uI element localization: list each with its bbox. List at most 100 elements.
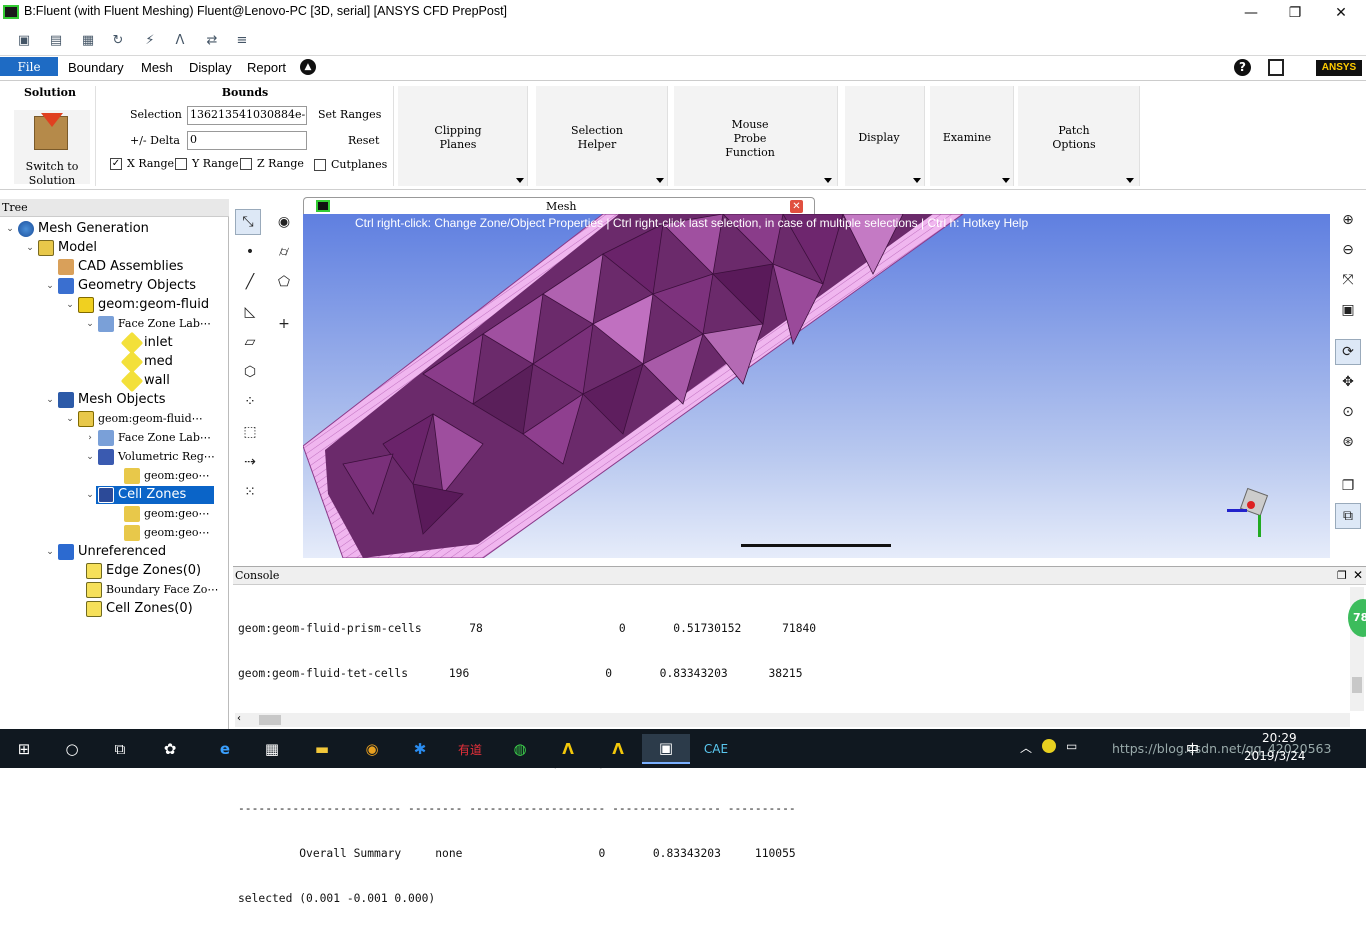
tree-item-mesh-objects[interactable]: ⌄ Mesh Objects — [0, 390, 228, 409]
x-range-checkbox[interactable]: ✓ — [110, 158, 122, 170]
selection-field[interactable]: 136213541030884e-07 — [187, 106, 307, 125]
maximize-button[interactable]: ❐ — [1272, 0, 1318, 26]
expand-arrow-icon[interactable]: ⌄ — [84, 319, 96, 329]
clipping-planes-button[interactable]: Clipping Planes — [398, 86, 528, 186]
tray-expand-icon[interactable]: ︿ — [1020, 739, 1032, 756]
cutplanes-checkbox[interactable] — [314, 159, 326, 171]
menu-boundary[interactable]: Boundary — [68, 60, 124, 75]
switch-to-solution-button[interactable]: Switch to Solution — [14, 110, 90, 187]
expand-arrow-icon[interactable]: › — [84, 433, 96, 443]
point-select-icon[interactable]: • — [237, 239, 263, 265]
cell-select-icon[interactable]: ⬡ — [237, 359, 263, 385]
triangle-select-icon[interactable]: ◺ — [237, 299, 263, 325]
cae-app-icon[interactable]: CAE — [696, 734, 736, 764]
tree-item-mesh-generation[interactable]: ⌄ Mesh Generation — [0, 219, 228, 238]
graphics-window[interactable]: Ctrl right-click: Change Zone/Object Pro… — [303, 214, 1330, 558]
tree-item-boundary-face-zones[interactable]: Boundary Face Zo⋯ — [0, 580, 228, 599]
graphics-tab[interactable]: Mesh ✕ — [303, 197, 815, 215]
orthographic-icon[interactable]: ❐ — [1335, 473, 1361, 499]
parameters-icon[interactable]: ⇄ — [202, 30, 222, 50]
expand-arrow-icon[interactable]: ⌄ — [64, 414, 76, 424]
y-range-checkbox[interactable] — [175, 158, 187, 170]
polygon-select-icon[interactable]: ⬠ — [271, 269, 297, 295]
expand-arrow-icon[interactable]: ⌄ — [4, 224, 16, 234]
hscroll-thumb[interactable] — [259, 715, 281, 725]
input-method-indicator[interactable]: 中 — [1186, 739, 1199, 758]
tree-item-geometry-objects[interactable]: ⌄ Geometry Objects — [0, 276, 228, 295]
menu-display[interactable]: Display — [189, 60, 232, 75]
tree-item-wall[interactable]: wall — [0, 369, 228, 392]
examine-button[interactable]: Examine — [930, 86, 1014, 186]
ansys-fluent-icon[interactable]: Λ — [598, 734, 638, 764]
mouse-probe-function-button[interactable]: Mouse Probe Function — [674, 86, 838, 186]
store-icon[interactable]: ▦ — [252, 734, 292, 764]
expand-arrow-icon[interactable]: ⌄ — [84, 452, 96, 462]
zoom-in-icon[interactable]: ⊕ — [1335, 207, 1361, 233]
tree-item-cell-zones[interactable]: ⌄ Cell Zones — [0, 485, 228, 504]
zone-select-icon[interactable]: ⁘ — [237, 389, 263, 415]
pinwheel-app-icon[interactable]: ✿ — [150, 734, 190, 764]
rotate-icon[interactable]: ⟳ — [1335, 339, 1361, 365]
clock-date[interactable]: 2019/3/24 — [1244, 749, 1306, 763]
write-mesh-icon[interactable]: ▤ — [46, 30, 66, 50]
read-mesh-icon[interactable]: ▣ — [14, 30, 34, 50]
zoom-to-area-icon[interactable]: ⊛ — [1335, 429, 1361, 455]
layout-icon[interactable] — [1268, 59, 1284, 76]
line-select-icon[interactable]: ╱ — [237, 269, 263, 295]
expand-arrow-icon[interactable]: ⌄ — [44, 281, 56, 291]
fit-to-window-icon[interactable]: ⤧ — [1335, 267, 1361, 293]
menu-mesh[interactable]: Mesh — [141, 60, 173, 75]
tree-item-geom-fluid[interactable]: ⌄ geom:geom-fluid — [0, 295, 228, 314]
tree-item-volumetric-regions[interactable]: ⌄ Volumetric Reg⋯ — [0, 447, 228, 466]
delta-field[interactable]: 0 — [187, 131, 307, 150]
collapse-ribbon-icon[interactable]: ▲ — [300, 59, 316, 75]
tree-item-cell-zone-2[interactable]: geom:geo⋯ — [0, 523, 228, 542]
start-button[interactable]: ⊞ — [4, 734, 44, 764]
tree-item-edge-zones[interactable]: Edge Zones(0) — [0, 561, 228, 580]
add-icon[interactable]: + — [271, 311, 297, 337]
axis-triad[interactable] — [1223, 487, 1293, 549]
wechat-icon[interactable]: ◍ — [500, 734, 540, 764]
help-button[interactable]: ? — [1234, 59, 1251, 76]
pin-app-icon[interactable]: ✱ — [400, 734, 440, 764]
zoom-out-icon[interactable]: ⊖ — [1335, 237, 1361, 263]
reset-button[interactable]: Reset — [348, 134, 379, 147]
chrome-icon[interactable]: ◉ — [352, 734, 392, 764]
close-tab-icon[interactable]: ✕ — [790, 200, 803, 213]
expand-arrow-icon[interactable]: ⌄ — [24, 243, 36, 253]
fluent-taskbar-icon[interactable]: ▣ — [642, 734, 690, 764]
youdao-icon[interactable]: 有道 — [450, 734, 490, 764]
menu-report[interactable]: Report — [247, 60, 286, 75]
close-button[interactable]: ✕ — [1318, 0, 1364, 26]
pan-icon[interactable]: ✥ — [1335, 369, 1361, 395]
zoom-box-icon[interactable]: ⊙ — [1335, 399, 1361, 425]
expand-arrow-icon[interactable]: ⌄ — [84, 490, 96, 500]
search-icon[interactable]: ○ — [52, 734, 92, 764]
group-select-icon[interactable]: ⁙ — [237, 479, 263, 505]
file-explorer-icon[interactable]: ▬ — [302, 734, 342, 764]
edge-browser-icon[interactable]: e — [205, 734, 245, 764]
box-select-icon[interactable]: ⬚ — [237, 419, 263, 445]
tree-item-mesh-object[interactable]: ⌄ geom:geom-fluid⋯ — [0, 409, 228, 428]
face-select-icon[interactable]: ▱ — [237, 329, 263, 355]
task-view-icon[interactable]: ⧉ — [100, 734, 140, 764]
file-menu[interactable]: File — [0, 57, 58, 76]
scroll-left-icon[interactable]: ‹ — [237, 713, 241, 724]
case-icon[interactable]: ▦ — [78, 30, 98, 50]
refresh-icon[interactable]: ↻ — [108, 30, 128, 50]
tree-item-face-zone-labels-2[interactable]: › Face Zone Lab⋯ — [0, 428, 228, 447]
visibility-icon[interactable]: ◉ — [271, 209, 297, 235]
network-icon[interactable]: ▭ — [1066, 739, 1077, 753]
tree-item-cell-zone-1[interactable]: geom:geo⋯ — [0, 504, 228, 523]
tree-item-region[interactable]: geom:geo⋯ — [0, 466, 228, 485]
z-range-checkbox[interactable] — [240, 158, 252, 170]
set-ranges-button[interactable]: Set Ranges — [318, 108, 381, 121]
camera-icon[interactable]: ▣ — [1335, 297, 1361, 323]
journal-icon[interactable]: ≡ — [232, 30, 252, 50]
tree-item-model[interactable]: ⌄ Model — [0, 238, 228, 257]
tree-item-med[interactable]: med — [0, 350, 228, 373]
patch-options-button[interactable]: Patch Options — [1018, 86, 1140, 186]
ansys-workbench-icon[interactable]: Λ — [548, 734, 588, 764]
fluent-logo-icon[interactable]: Λ — [170, 30, 190, 50]
restore-console-icon[interactable]: ❐ — [1337, 569, 1347, 582]
